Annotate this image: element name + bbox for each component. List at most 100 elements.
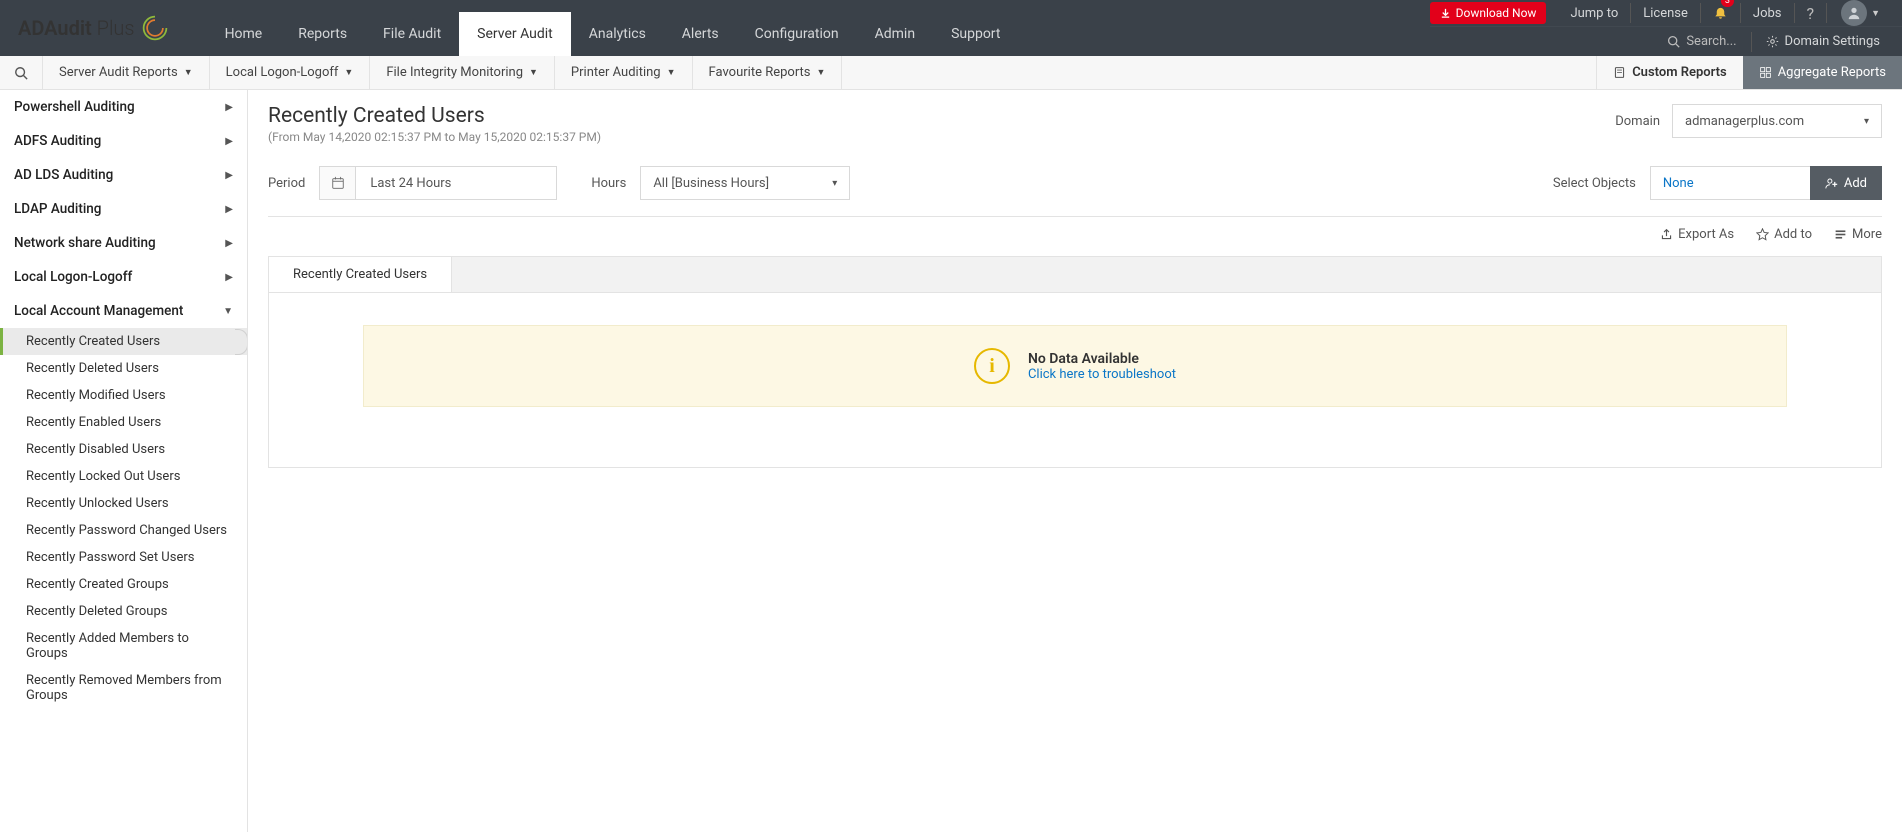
subnav-file-integrity[interactable]: File Integrity Monitoring▼: [370, 56, 555, 89]
chevron-down-icon: ▼: [667, 67, 676, 78]
add-objects-button[interactable]: Add: [1810, 166, 1882, 200]
export-as-button[interactable]: Export As: [1660, 227, 1734, 242]
result-tabs: Recently Created Users: [268, 256, 1882, 293]
objects-input[interactable]: None: [1650, 166, 1810, 200]
subnav-server-audit-reports[interactable]: Server Audit Reports▼: [43, 56, 210, 89]
nav-configuration[interactable]: Configuration: [737, 12, 857, 56]
nav-reports[interactable]: Reports: [280, 12, 365, 56]
add-to-button[interactable]: Add to: [1756, 227, 1812, 242]
main-content: Recently Created Users (From May 14,2020…: [248, 90, 1902, 832]
chevron-down-icon: ▼: [1871, 8, 1880, 19]
sidebar-item-unlocked-users[interactable]: Recently Unlocked Users: [0, 490, 247, 517]
sidebar-group-local-account[interactable]: Local Account Management▼: [0, 294, 247, 328]
hours-label: Hours: [591, 176, 626, 191]
page-title: Recently Created Users: [268, 104, 601, 128]
chevron-down-icon: ▾: [1864, 116, 1869, 127]
period-picker[interactable]: Last 24 Hours: [319, 166, 557, 200]
sidebar-item-deleted-users[interactable]: Recently Deleted Users: [0, 355, 247, 382]
sidebar-item-lockedout-users[interactable]: Recently Locked Out Users: [0, 463, 247, 490]
download-now-button[interactable]: Download Now: [1430, 2, 1547, 24]
nav-file-audit[interactable]: File Audit: [365, 12, 459, 56]
sidebar-item-deleted-groups[interactable]: Recently Deleted Groups: [0, 598, 247, 625]
global-search[interactable]: Search...: [1653, 34, 1750, 49]
sidebar-group-ldap[interactable]: LDAP Auditing▶: [0, 192, 247, 226]
brand-name-light: Plus: [92, 16, 135, 40]
custom-reports-label: Custom Reports: [1632, 65, 1727, 80]
report-icon: [1613, 66, 1626, 79]
sidebar-item-removed-members[interactable]: Recently Removed Members from Groups: [0, 667, 247, 709]
app-header: ADAudit Plus Home Reports File Audit Ser…: [0, 0, 1902, 56]
chevron-down-icon: ▼: [529, 67, 538, 78]
help-icon: ?: [1807, 4, 1815, 23]
sidebar-item-created-users[interactable]: Recently Created Users: [0, 328, 247, 355]
subnav-local-logon-logoff[interactable]: Local Logon-Logoff▼: [210, 56, 371, 89]
download-icon: [1440, 8, 1451, 19]
chevron-down-icon: ▼: [223, 306, 233, 317]
chevron-right-icon: ▶: [225, 170, 233, 181]
sidebar-item-modified-users[interactable]: Recently Modified Users: [0, 382, 247, 409]
brand-logo: ADAudit Plus: [0, 0, 187, 56]
sidebar-item-pwd-set[interactable]: Recently Password Set Users: [0, 544, 247, 571]
chevron-down-icon: ▼: [817, 67, 826, 78]
add-user-icon: [1825, 177, 1838, 190]
sidebar-group-network-share[interactable]: Network share Auditing▶: [0, 226, 247, 260]
nav-alerts[interactable]: Alerts: [664, 12, 737, 56]
chevron-right-icon: ▶: [225, 238, 233, 249]
avatar-icon: [1841, 0, 1867, 26]
add-label: Add: [1844, 176, 1867, 191]
chevron-down-icon: ▼: [184, 67, 193, 78]
sidebar-group-adlds[interactable]: AD LDS Auditing▶: [0, 158, 247, 192]
domain-settings-button[interactable]: Domain Settings: [1752, 34, 1894, 49]
chevron-right-icon: ▶: [225, 136, 233, 147]
search-reports-button[interactable]: [0, 56, 43, 89]
chevron-right-icon: ▶: [225, 204, 233, 215]
chevron-down-icon: ▾: [832, 178, 837, 189]
calendar-icon: [320, 167, 356, 199]
sidebar-item-added-members[interactable]: Recently Added Members to Groups: [0, 625, 247, 667]
troubleshoot-link[interactable]: Click here to troubleshoot: [1028, 367, 1176, 382]
page-subtitle: (From May 14,2020 02:15:37 PM to May 15,…: [268, 130, 601, 144]
more-button[interactable]: More: [1834, 227, 1882, 242]
period-label: Period: [268, 176, 305, 191]
nav-support[interactable]: Support: [933, 12, 1018, 56]
custom-reports-button[interactable]: Custom Reports: [1596, 56, 1743, 89]
nav-server-audit[interactable]: Server Audit: [459, 12, 571, 56]
jump-to-link[interactable]: Jump to: [1558, 0, 1630, 27]
domain-settings-label: Domain Settings: [1785, 34, 1880, 49]
domain-label: Domain: [1615, 114, 1660, 129]
sidebar-item-disabled-users[interactable]: Recently Disabled Users: [0, 436, 247, 463]
domain-value: admanagerplus.com: [1685, 114, 1804, 129]
hours-value: All [Business Hours]: [653, 176, 769, 191]
main-nav: Home Reports File Audit Server Audit Ana…: [207, 0, 1019, 56]
domain-select[interactable]: admanagerplus.com ▾: [1672, 104, 1882, 138]
help-button[interactable]: ?: [1795, 0, 1827, 27]
sidebar-group-adfs[interactable]: ADFS Auditing▶: [0, 124, 247, 158]
search-icon: [1667, 35, 1680, 48]
aggregate-reports-button[interactable]: Aggregate Reports: [1743, 56, 1902, 89]
sidebar-group-powershell[interactable]: Powershell Auditing▶: [0, 90, 247, 124]
nav-home[interactable]: Home: [207, 12, 281, 56]
no-data-banner: i No Data Available Click here to troubl…: [363, 325, 1787, 407]
more-icon: [1834, 228, 1847, 241]
chevron-right-icon: ▶: [225, 102, 233, 113]
subnav-printer-auditing[interactable]: Printer Auditing▼: [555, 56, 693, 89]
notification-count: 3: [1721, 0, 1734, 7]
brand-name-bold: ADAudit: [18, 16, 92, 40]
user-menu[interactable]: ▼: [1827, 0, 1894, 26]
subnav-favourite-reports[interactable]: Favourite Reports▼: [693, 56, 843, 89]
sidebar-item-enabled-users[interactable]: Recently Enabled Users: [0, 409, 247, 436]
nav-admin[interactable]: Admin: [857, 12, 933, 56]
info-icon: i: [974, 348, 1010, 384]
period-value: Last 24 Hours: [356, 167, 556, 199]
hours-select[interactable]: All [Business Hours] ▾: [640, 166, 850, 200]
sidebar-group-local-logon[interactable]: Local Logon-Logoff▶: [0, 260, 247, 294]
sidebar: Powershell Auditing▶ ADFS Auditing▶ AD L…: [0, 90, 248, 832]
star-icon: [1756, 228, 1769, 241]
license-link[interactable]: License: [1631, 0, 1700, 27]
jobs-link[interactable]: Jobs: [1741, 0, 1794, 27]
notifications-button[interactable]: 3: [1701, 0, 1740, 27]
tab-recently-created-users[interactable]: Recently Created Users: [269, 257, 452, 292]
sidebar-item-pwd-changed[interactable]: Recently Password Changed Users: [0, 517, 247, 544]
nav-analytics[interactable]: Analytics: [571, 12, 664, 56]
sidebar-item-created-groups[interactable]: Recently Created Groups: [0, 571, 247, 598]
